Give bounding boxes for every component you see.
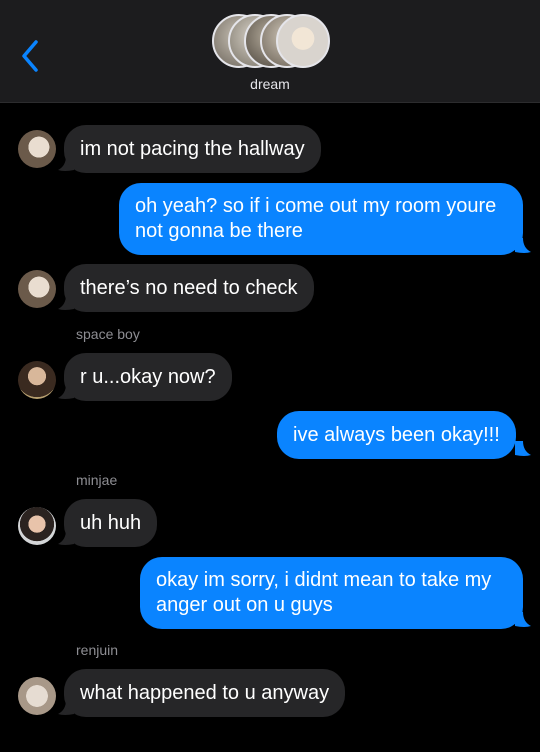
message-text: im not pacing the hallway bbox=[80, 138, 305, 160]
message-text-line: oh yeah? so if i come out my room youre bbox=[135, 195, 497, 217]
avatar[interactable] bbox=[18, 677, 56, 715]
message-text: uh huh bbox=[80, 512, 142, 534]
message-bubble[interactable]: oh yeah? so if i come out my room youre … bbox=[119, 183, 523, 255]
message-bubble[interactable]: ive always been okay!!! bbox=[277, 411, 516, 459]
back-button[interactable] bbox=[16, 38, 46, 74]
message-text: ive always been okay!!! bbox=[293, 424, 500, 446]
message-bubble[interactable]: r u...okay now? bbox=[64, 353, 232, 401]
conversation-header: dream bbox=[0, 0, 540, 103]
message-text: what happened to u anyway bbox=[80, 682, 330, 704]
chevron-left-icon bbox=[22, 40, 38, 72]
conversation-title[interactable]: dream bbox=[0, 76, 540, 92]
bubble-tail bbox=[515, 441, 531, 456]
avatar[interactable] bbox=[18, 130, 56, 168]
message-text: r u...okay now? bbox=[80, 366, 216, 388]
message-bubble[interactable]: im not pacing the hallway bbox=[64, 125, 321, 173]
group-member-avatar bbox=[276, 14, 330, 68]
message-text-line: okay im sorry, i didnt mean to take my bbox=[156, 569, 492, 591]
message-bubble[interactable]: what happened to u anyway bbox=[64, 669, 346, 717]
avatar[interactable] bbox=[18, 507, 56, 545]
bubble-tail bbox=[515, 612, 531, 627]
message-bubble[interactable]: okay im sorry, i didnt mean to take my a… bbox=[140, 557, 523, 629]
message-text-line: anger out on u guys bbox=[156, 594, 333, 616]
avatar[interactable] bbox=[18, 361, 56, 399]
message-bubble[interactable]: uh huh bbox=[64, 499, 158, 547]
sender-name: minjae bbox=[76, 472, 118, 488]
message-text: there’s no need to check bbox=[80, 277, 298, 299]
group-avatar-stack[interactable] bbox=[212, 14, 330, 72]
message-bubble[interactable]: there’s no need to check bbox=[64, 264, 314, 312]
avatar[interactable] bbox=[18, 270, 56, 308]
sender-name: space boy bbox=[76, 326, 140, 342]
message-text-line: not gonna be there bbox=[135, 220, 303, 242]
bubble-tail bbox=[515, 238, 531, 253]
sender-name: renjuin bbox=[76, 642, 119, 658]
